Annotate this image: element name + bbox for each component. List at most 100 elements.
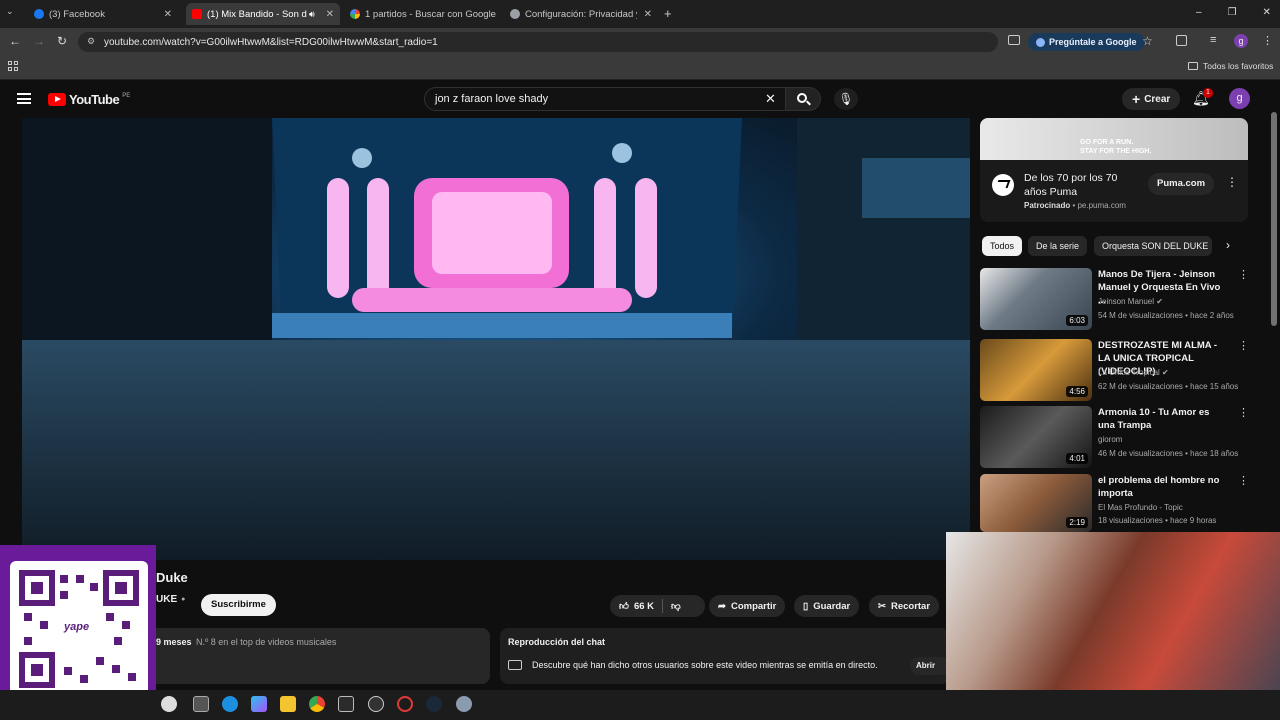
ad-sponsor-line: Patrocinado • pe.puma.com — [1024, 201, 1126, 210]
search-query: jon z faraon love shady — [435, 93, 549, 105]
open-chat-button[interactable]: Abrir par — [910, 657, 950, 675]
video-title: Duke — [156, 570, 188, 585]
ad-cta-button[interactable]: Puma.com — [1148, 173, 1215, 195]
more-options-icon[interactable]: ⋮ — [1238, 339, 1249, 352]
copilot-icon[interactable] — [251, 696, 267, 712]
chrome-menu-icon[interactable]: ⋮ — [1262, 34, 1273, 47]
video-thumbnail: 2:19 — [980, 474, 1092, 532]
yape-logo-text: yape — [64, 621, 90, 633]
channel-name[interactable]: UKE ● — [156, 594, 185, 605]
like-count[interactable]: 66 K — [634, 601, 654, 612]
discord-icon[interactable] — [368, 696, 384, 712]
verified-icon: ✔︎ — [1156, 297, 1163, 306]
settings-taskbar-icon[interactable] — [456, 696, 472, 712]
tab-facebook[interactable]: (3) Facebook ✕ — [28, 3, 178, 25]
store-icon[interactable] — [338, 696, 354, 712]
new-tab-button[interactable]: + — [664, 6, 672, 21]
share-arrow-icon: ➦ — [718, 600, 726, 612]
file-explorer-icon[interactable] — [280, 696, 296, 712]
thumbs-up-icon[interactable]: 👍︎ — [619, 600, 629, 612]
search-button[interactable] — [785, 87, 821, 111]
bookmark-icon: ▯ — [803, 600, 809, 612]
site-info-icon[interactable]: ⚙ — [87, 36, 95, 47]
chart-rank: N.º 8 en el top de videos musicales — [196, 637, 337, 647]
upload-age: 9 meses — [156, 637, 192, 647]
task-view-icon[interactable] — [193, 696, 209, 712]
more-options-icon[interactable]: ⋮ — [1238, 268, 1249, 281]
plus-icon: + — [1132, 91, 1141, 107]
extensions-icon[interactable] — [1176, 35, 1187, 46]
speaker-icon[interactable]: 🔊︎ — [309, 9, 315, 20]
tab-youtube[interactable]: (1) Mix Bandido - Son del D 🔊︎ ✕ — [186, 3, 340, 25]
like-dislike-group: 👍︎ 66 K 👎︎ — [610, 595, 705, 617]
chip-orquesta[interactable]: Orquesta SON DEL DUKE — [1094, 236, 1212, 256]
apps-grid-icon[interactable] — [8, 61, 18, 71]
tab-title: Configuración: Privacidad y seg — [525, 8, 637, 20]
recommendation-meta: 62 M de visualizaciones • hace 15 años — [1098, 382, 1239, 391]
voice-search-mic-icon[interactable]: 🎙︎ — [834, 88, 858, 110]
search-taskbar-icon[interactable] — [161, 696, 177, 712]
hamburger-menu-icon[interactable] — [17, 93, 31, 104]
edge-icon[interactable] — [222, 696, 238, 712]
reload-icon[interactable]: ↻ — [57, 34, 67, 48]
region-code: PE — [122, 92, 131, 99]
all-bookmarks-button[interactable]: Todos los favoritos — [1188, 61, 1273, 71]
duration-badge: 6:03 — [1066, 315, 1088, 326]
more-options-icon[interactable]: ⋮ — [1238, 474, 1249, 487]
tab-title: (3) Facebook — [49, 8, 105, 20]
recommendation-item[interactable]: 4:56 DESTROZASTE MI ALMA - LA UNICA TROP… — [980, 339, 1250, 403]
bookmark-star-icon[interactable]: ☆ — [1142, 34, 1153, 48]
ad-more-icon[interactable]: ⋮ — [1226, 175, 1238, 189]
tab-search-chevron-icon[interactable]: ⌄ — [6, 6, 14, 17]
recommendation-item[interactable]: 2:19 el problema del hombre no importa E… — [980, 474, 1250, 532]
chrome-taskbar-icon[interactable] — [309, 696, 325, 712]
clip-button[interactable]: ✂ Recortar — [869, 595, 940, 617]
page-scrollbar[interactable] — [1271, 112, 1277, 326]
chip-todos[interactable]: Todos — [982, 236, 1023, 256]
thumbs-down-icon[interactable]: 👎︎ — [671, 600, 681, 612]
ask-google-button[interactable]: Pregúntale a Google — [1028, 33, 1145, 51]
clear-search-icon[interactable]: ✕ — [765, 91, 776, 107]
subscribe-button[interactable]: Suscribirme — [201, 594, 276, 616]
forward-arrow-icon[interactable]: → — [33, 34, 45, 48]
channel-name: Jeinson Manuel — [1098, 297, 1155, 306]
youtube-logo[interactable]: YouTube PE — [48, 92, 130, 107]
recommendation-meta: 18 visualizaciones • hace 9 horas — [1098, 516, 1217, 525]
share-button[interactable]: ➦ Compartir — [709, 595, 786, 617]
opera-icon[interactable] — [397, 696, 413, 712]
description-box[interactable]: 9 meses N.º 8 en el top de videos musica… — [150, 628, 490, 684]
chat-bubble-icon — [508, 660, 522, 670]
steam-icon[interactable] — [426, 696, 442, 712]
maximize-button[interactable]: ❐ — [1228, 7, 1237, 18]
save-button[interactable]: ▯ Guardar — [794, 595, 860, 617]
recommendation-meta: 54 M de visualizaciones • hace 2 años — [1098, 311, 1234, 320]
address-bar[interactable]: ⚙ youtube.com/watch?v=G00ilwHtwwM&list=R… — [78, 32, 998, 52]
video-player[interactable] — [22, 118, 970, 560]
tab-google-search[interactable]: 1 partidos - Buscar con Google ✕ — [344, 3, 496, 25]
recommendation-channel: Jeinson Manuel ✔︎ — [1098, 297, 1163, 306]
recommendation-item[interactable]: 4:01 Armonia 10 - Tu Amor es una Trampa … — [980, 406, 1250, 470]
close-window-button[interactable]: ✕ — [1263, 7, 1271, 18]
tab-settings[interactable]: Configuración: Privacidad y seg ✕ — [504, 3, 658, 25]
profile-avatar[interactable]: g — [1234, 34, 1248, 48]
close-tab-icon[interactable]: ✕ — [320, 9, 334, 20]
search-input[interactable]: jon z faraon love shady ✕ — [424, 87, 786, 111]
ad-card[interactable]: GO FOR A RUN. STAY FOR THE HIGH. De los … — [980, 118, 1248, 222]
close-tab-icon[interactable]: ✕ — [638, 9, 652, 20]
reading-list-icon[interactable]: ≡ — [1210, 34, 1216, 46]
recommendation-item[interactable]: 6:03 Manos De Tijera - Jeinson Manuel y … — [980, 268, 1250, 332]
google-icon — [350, 9, 360, 19]
back-arrow-icon[interactable]: ← — [9, 34, 21, 48]
duration-badge: 4:01 — [1066, 453, 1088, 464]
youtube-wordmark: YouTube — [69, 92, 120, 107]
minimize-button[interactable]: – — [1196, 7, 1202, 18]
account-avatar[interactable]: g — [1229, 88, 1250, 109]
youtube-favicon-icon — [192, 9, 202, 19]
chip-de-la-serie[interactable]: De la serie — [1028, 236, 1088, 256]
close-tab-icon[interactable]: ✕ — [158, 9, 172, 20]
install-app-icon[interactable] — [1008, 35, 1020, 45]
tab-title: 1 partidos - Buscar con Google — [365, 8, 496, 20]
create-button[interactable]: + Crear — [1122, 88, 1181, 110]
chevron-right-icon[interactable]: › — [1226, 238, 1230, 252]
more-options-icon[interactable]: ⋮ — [1238, 406, 1249, 419]
